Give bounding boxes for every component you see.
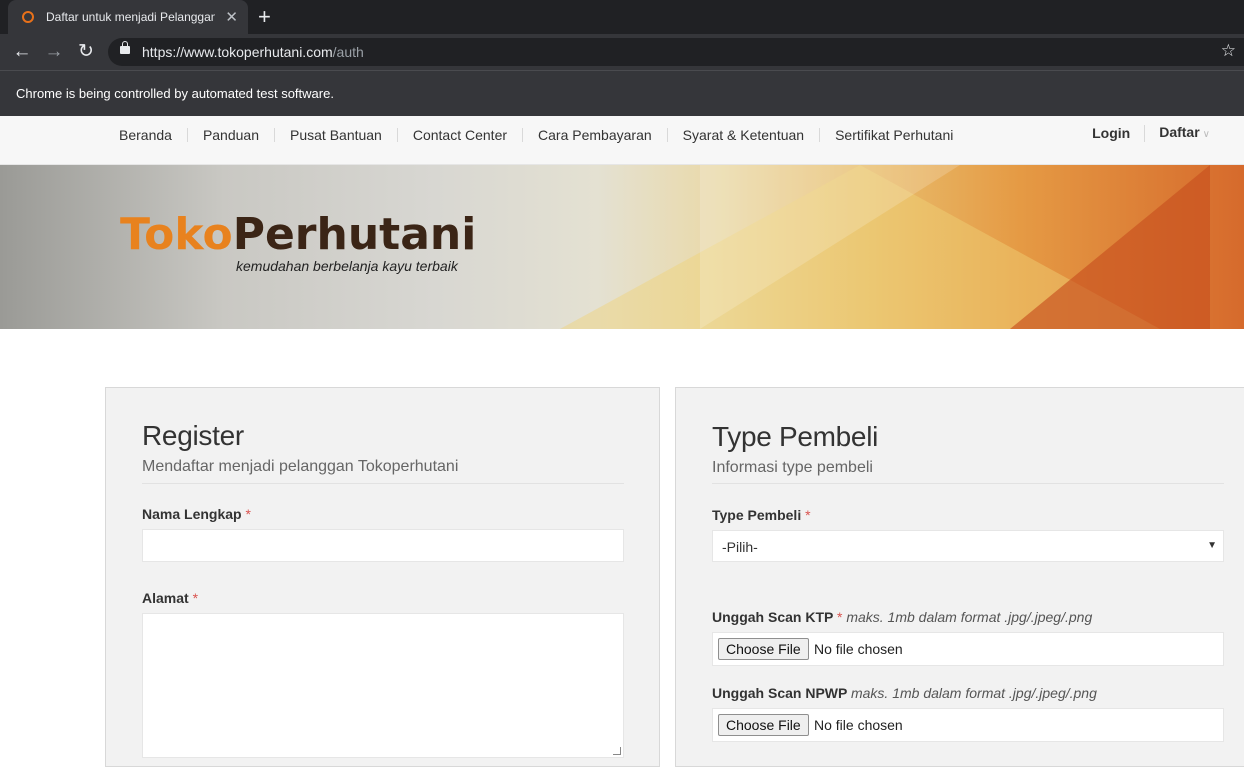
type-pembeli-panel: Type Pembeli Informasi type pembeli Type… [675,387,1244,767]
chevron-down-icon: ∨ [1202,128,1210,140]
dropdown-arrow-icon: ▼ [1207,540,1217,551]
alamat-textarea[interactable] [142,613,624,758]
nav-item-syarat-ketentuan[interactable]: Syarat & Ketentuan [666,128,819,142]
nama-lengkap-label: Nama Lengkap * [142,506,251,522]
close-tab-icon[interactable]: ✕ [225,8,238,26]
nav-item-contact-center[interactable]: Contact Center [396,128,522,142]
register-subtitle: Mendaftar menjadi pelanggan Tokoperhutan… [142,458,459,475]
npwp-file-status: No file chosen [814,717,903,733]
npwp-file-input: Choose File No file chosen [712,708,1224,742]
browser-toolbar: ← → ↻ https://www.tokoperhutani.com/auth… [0,34,1244,70]
nav-item-panduan[interactable]: Panduan [186,128,274,142]
url-text: https://www.tokoperhutani.com/auth [142,44,364,60]
site-nav: Beranda Panduan Pusat Bantuan Contact Ce… [0,116,1244,165]
browser-tab[interactable]: Daftar untuk menjadi Pelanggan ✕ [8,0,248,34]
site-logo[interactable]: TokoPerhutani [120,211,476,259]
divider [712,483,1224,484]
site-favicon-icon [22,11,34,23]
nav-item-cara-pembayaran[interactable]: Cara Pembayaran [522,128,667,142]
bookmark-star-icon[interactable]: ☆ [1221,41,1236,61]
alamat-label: Alamat * [142,590,199,606]
banner-decoration [1010,165,1210,329]
ktp-file-status: No file chosen [814,641,903,657]
header-banner: TokoPerhutani kemudahan berbelanja kayu … [0,165,1244,329]
nav-item-beranda[interactable]: Beranda [104,128,187,142]
forward-icon[interactable]: → [43,41,65,63]
banner-decoration [700,165,960,329]
ktp-choose-file-button[interactable]: Choose File [718,638,809,660]
browser-tab-bar: Daftar untuk menjadi Pelanggan ✕ + [0,0,1244,34]
register-title: Register [142,420,244,451]
nav-links: Beranda Panduan Pusat Bantuan Contact Ce… [104,116,968,154]
address-bar[interactable]: https://www.tokoperhutani.com/auth ☆ [108,38,1244,66]
site-tagline: kemudahan berbelanja kayu terbaik [236,258,458,274]
ktp-file-input: Choose File No file chosen [712,632,1224,666]
reload-icon[interactable]: ↻ [75,41,97,63]
register-panel: Register Mendaftar menjadi pelanggan Tok… [105,387,660,767]
new-tab-icon[interactable]: + [258,5,271,29]
nav-item-sertifikat-perhutani[interactable]: Sertifikat Perhutani [819,128,968,142]
ktp-upload-label: Unggah Scan KTP * maks. 1mb dalam format… [712,609,1093,625]
back-icon[interactable]: ← [11,41,33,63]
nav-item-pusat-bantuan[interactable]: Pusat Bantuan [274,128,397,142]
auth-links: Login Daftar ∨ [1078,116,1224,150]
divider [142,483,624,484]
resize-handle-icon[interactable] [613,747,621,755]
tab-title: Daftar untuk menjadi Pelanggan [46,10,216,24]
type-pembeli-subtitle: Informasi type pembeli [712,459,873,476]
nama-lengkap-input[interactable] [142,529,624,562]
npwp-upload-label: Unggah Scan NPWP maks. 1mb dalam format … [712,685,1097,701]
npwp-choose-file-button[interactable]: Choose File [718,714,809,736]
type-pembeli-label: Type Pembeli * [712,507,811,523]
daftar-link[interactable]: Daftar ∨ [1144,124,1224,142]
lock-icon [120,41,130,54]
automation-infobar: Chrome is being controlled by automated … [0,70,1244,116]
type-pembeli-title: Type Pembeli [712,421,879,452]
login-link[interactable]: Login [1078,126,1144,140]
type-pembeli-select[interactable]: -Pilih- ▼ [712,530,1224,562]
infobar-text: Chrome is being controlled by automated … [16,86,334,101]
